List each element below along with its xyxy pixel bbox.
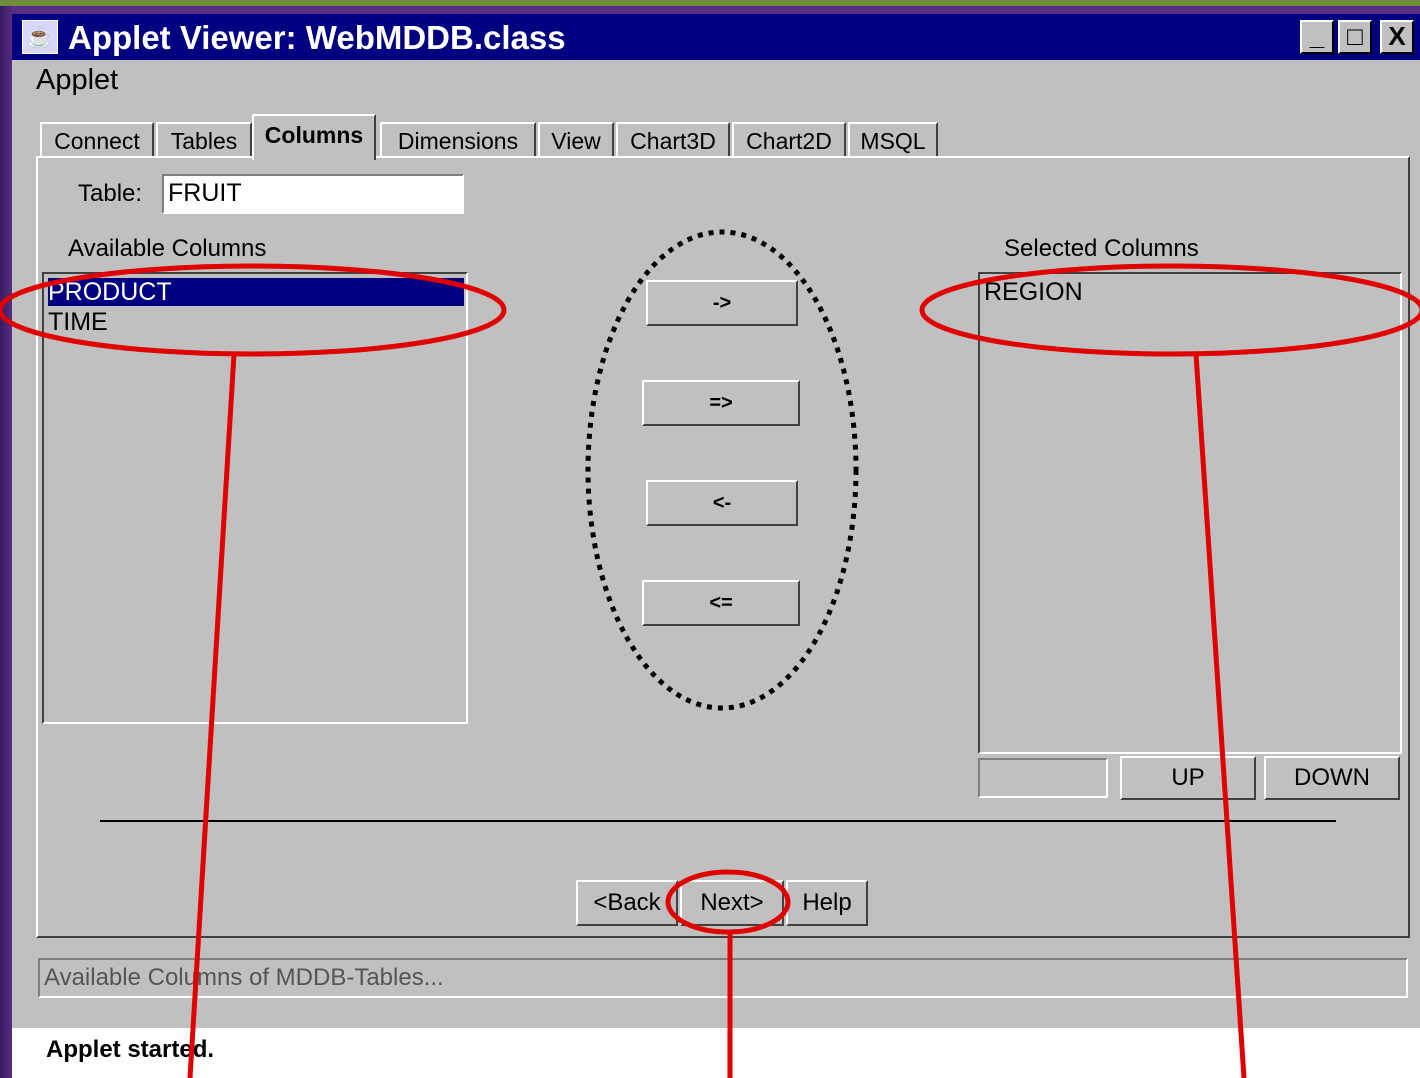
list-item-product[interactable]: PRODUCT: [48, 278, 464, 306]
close-button[interactable]: X: [1380, 20, 1414, 54]
status-text-field: Available Columns of MDDB-Tables...: [38, 958, 1408, 998]
list-item-region[interactable]: REGION: [984, 278, 1083, 306]
table-label: Table:: [78, 180, 143, 207]
tab-msql[interactable]: MSQL: [848, 122, 938, 158]
available-columns-label: Available Columns: [68, 235, 267, 262]
tab-dimensions[interactable]: Dimensions: [380, 122, 536, 158]
tab-view[interactable]: View: [538, 122, 614, 158]
tab-tables[interactable]: Tables: [156, 122, 252, 158]
window-title: Applet Viewer: WebMDDB.class: [68, 19, 566, 56]
add-all-columns-button[interactable]: =>: [642, 380, 800, 426]
selected-columns-list[interactable]: REGION: [978, 272, 1402, 754]
tab-chart2d[interactable]: Chart2D: [732, 122, 846, 158]
selected-columns-label: Selected Columns: [1004, 235, 1199, 262]
tab-connect[interactable]: Connect: [40, 122, 154, 158]
back-button[interactable]: <Back: [576, 880, 678, 926]
slide-top-line: [0, 0, 1420, 6]
remove-all-columns-button[interactable]: <=: [642, 580, 800, 626]
help-button[interactable]: Help: [786, 880, 868, 926]
available-columns-list[interactable]: PRODUCT TIME: [42, 272, 468, 724]
minimize-button[interactable]: _: [1300, 20, 1334, 54]
tab-chart3d[interactable]: Chart3D: [616, 122, 730, 158]
up-button[interactable]: UP: [1120, 756, 1256, 800]
java-cup-icon[interactable]: ☕: [22, 20, 58, 54]
applet-status-bar: [12, 1028, 1420, 1078]
order-field[interactable]: [978, 758, 1108, 798]
divider: [100, 820, 1336, 822]
maximize-button[interactable]: □: [1338, 20, 1372, 54]
next-button[interactable]: Next>: [680, 880, 784, 926]
add-column-button[interactable]: ->: [646, 280, 798, 326]
down-button[interactable]: DOWN: [1264, 756, 1400, 800]
tab-columns[interactable]: Columns: [252, 114, 376, 160]
list-item-time[interactable]: TIME: [48, 308, 108, 336]
remove-column-button[interactable]: <-: [646, 480, 798, 526]
menu-applet[interactable]: Applet: [36, 64, 118, 97]
table-field[interactable]: FRUIT: [162, 174, 464, 214]
applet-status-text: Applet started.: [46, 1036, 215, 1063]
